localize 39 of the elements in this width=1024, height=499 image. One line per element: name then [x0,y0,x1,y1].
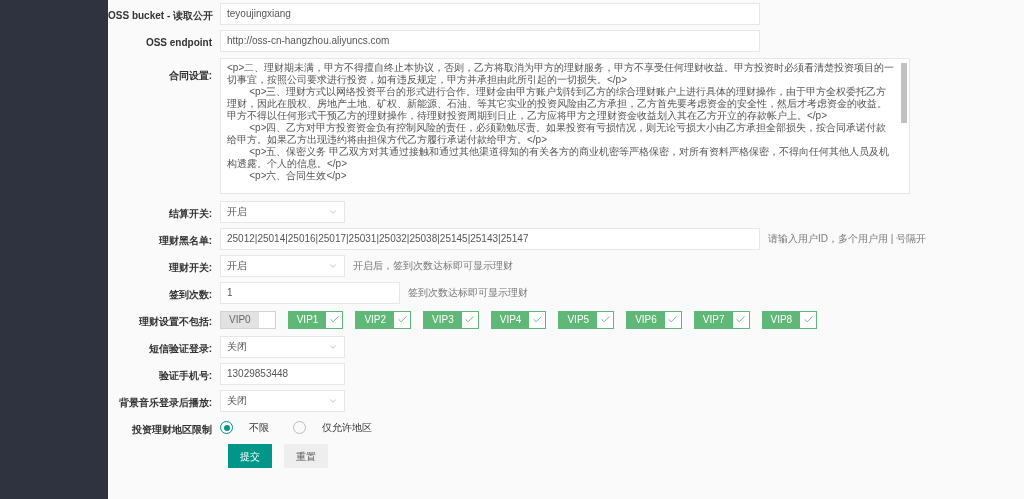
field-label: 理财开关: [168,261,212,273]
text-field[interactable]: http://oss-cn-hangzhou.aliyuncs.com [220,29,760,52]
field-hint: 开启后，签到次数达标即可显示理财 [353,259,513,273]
radio-label: 不限 [249,421,269,435]
check-icon [802,314,814,325]
check-icon [735,314,746,325]
check-icon [667,314,679,325]
reset-button[interactable]: 重置 [284,444,328,468]
field-label: OSS endpoint [145,36,212,48]
check-icon [531,314,543,325]
field-label: 理财设置不包括: [138,315,212,327]
field-label: 签到次数: [168,288,212,300]
field-label: 背景音乐登录后播放: [118,396,212,408]
text-field[interactable]: teyoujingxiang [220,2,760,25]
text-field[interactable]: 1 [220,281,400,304]
check-icon [328,314,340,325]
select-field[interactable]: 开启 [220,254,345,277]
field-label: 短信验证登录: [148,342,212,354]
check-icon [464,314,476,325]
field-hint: 签到次数达标即可显示理财 [408,286,528,300]
text-field[interactable]: 25012|25014|25016|25017|25031|25032|25038|25145|25143|25147 [220,227,760,250]
text-field[interactable]: 13029853448 [220,362,345,385]
submit-button[interactable]: 提交 [228,444,272,468]
field-label: 理财黑名单: [158,234,212,246]
check-icon [396,314,408,325]
field-label: OSS bucket - 读取公开 [108,9,213,21]
vip-checkbox[interactable]: VIP0 [220,310,276,329]
field-label: 投资理财地区限制 [132,423,212,435]
field-hint: 请输入用户ID，多个用户用 | 号隔开 [768,232,927,246]
select-field[interactable]: 关闭 [220,389,345,412]
field-label: 结算开关: [168,207,212,219]
select-field[interactable]: 开启 [220,200,345,223]
check-icon [599,314,611,325]
radio-label: 仅允许地区 [322,421,372,435]
contract-textarea[interactable]: <p>二、理财期未满，甲方不得擅自终止本协议，否则，乙方将取消为甲方的理财服务，甲方不享受任何理财收益。甲方投资时必须看清楚投资项目的一切事宜，按照公司要求进行投资，如有违反规定，甲方并承担由此所引起的一切损失。</p> <p>三、理财方式以网络投资平台的形式进行合作。理财金由甲方账户划转到乙方的综合理财账户上进行具体的理财操作，由于甲方全权委托乙方理财，因此在股权、房地产土地、矿权、新能源、石油、等其它实业的投资风险由乙方承担，乙方首先要考虑资金的安全性，然后才考虑资金的收益。甲方不得以任何形式干预乙方的理财操作，待理财投资周期到日止，乙方应将甲方之理财资金收益划入其在乙方开立的存款帐户上。</p> <p>四、乙方对甲方投资资金负有控制风险的责任，必须勤勉尽责。如果投资有亏损情况，则无论亏损大小由乙方承担全部损失，按合同承诺付款给甲方。如果乙方出现违约将由担保方代乙方履行承诺付款给甲方。</p> <p>五、保密义务 甲乙双方对其通过接触和通过其他渠道得知的有关各方的商业机密等严格保密，对所有资料严格保密，不得向任何其他人员及机构透露。个人的信息。</p> <p>六、合同生效</p> [220,58,910,194]
scrollbar[interactable] [901,63,907,123]
field-label: 合同设置: [168,70,212,81]
select-field[interactable]: 关闭 [220,335,345,358]
field-label: 验证手机号: [158,369,212,381]
